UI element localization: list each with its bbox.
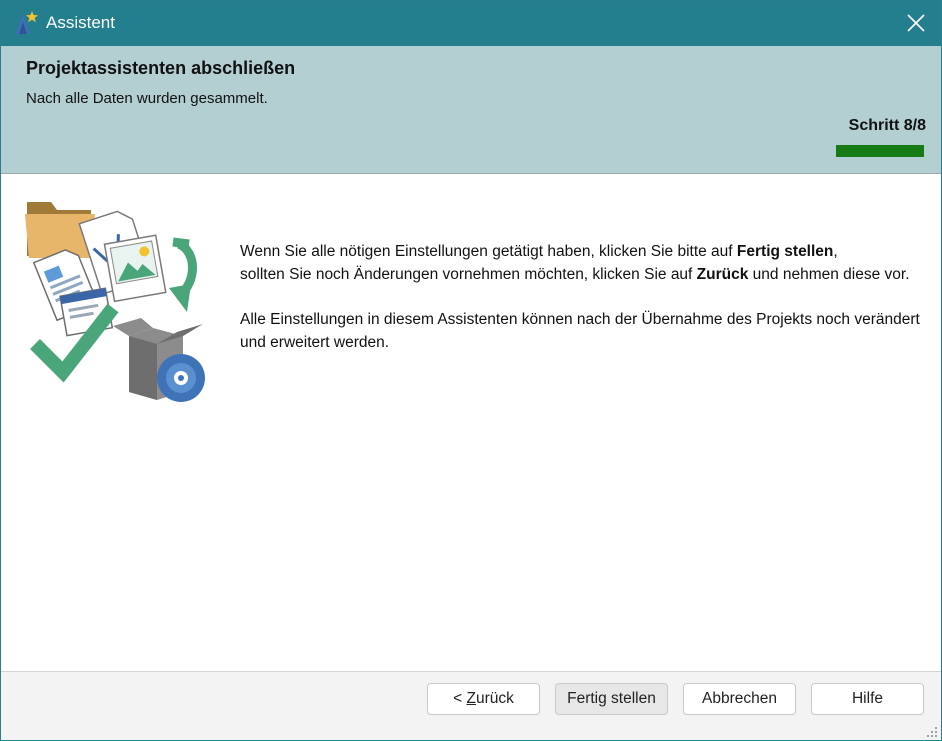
- help-button[interactable]: Hilfe: [811, 683, 924, 715]
- step-label: Schritt 8/8: [848, 117, 926, 134]
- finish-button[interactable]: Fertig stellen: [555, 683, 668, 715]
- wizard-content: Wenn Sie alle nötigen Einstellungen getä…: [1, 174, 941, 671]
- close-button[interactable]: [891, 1, 941, 46]
- back-reference: Zurück: [696, 266, 749, 283]
- window-title: Assistent: [46, 13, 115, 32]
- wizard-header: Projektassistenten abschließen Nach alle…: [1, 46, 941, 174]
- back-button[interactable]: < Zurück: [427, 683, 540, 715]
- step-progress-fill: [836, 145, 924, 157]
- wizard-window: Assistent Projektassistenten abschließen…: [0, 0, 942, 741]
- instruction-text: und nehmen diese vor.: [748, 266, 910, 283]
- instruction-text: Wenn Sie alle nötigen Einstellungen getä…: [240, 243, 737, 260]
- wizard-footer: < Zurück Fertig stellen Abbrechen Hilfe: [1, 671, 941, 740]
- instructions-paragraph-1: Wenn Sie alle nötigen Einstellungen getä…: [240, 240, 930, 286]
- instruction-text: sollten Sie noch Änderungen vornehmen mö…: [240, 266, 697, 283]
- finish-reference: Fertig stellen: [736, 243, 834, 260]
- wizard-hat-icon: [13, 10, 39, 36]
- back-button-prefix: <: [453, 690, 467, 707]
- cancel-button[interactable]: Abbrechen: [683, 683, 796, 715]
- page-subtitle: Nach alle Daten wurden gesammelt.: [26, 90, 268, 107]
- instructions-text: Wenn Sie alle nötigen Einstellungen getä…: [240, 240, 930, 376]
- back-button-label: urück: [475, 690, 514, 707]
- instructions-paragraph-2: Alle Einstellungen in diesem Assistenten…: [240, 311, 920, 351]
- close-icon: [907, 14, 925, 32]
- title-bar[interactable]: Assistent: [1, 1, 941, 46]
- instruction-text: ,: [833, 243, 838, 260]
- step-progress-bar: [836, 145, 924, 157]
- page-title: Projektassistenten abschließen: [26, 58, 296, 78]
- project-files-illustration: [21, 196, 211, 406]
- resize-grip-icon[interactable]: [926, 726, 938, 738]
- back-button-mnemonic: Z: [466, 690, 476, 707]
